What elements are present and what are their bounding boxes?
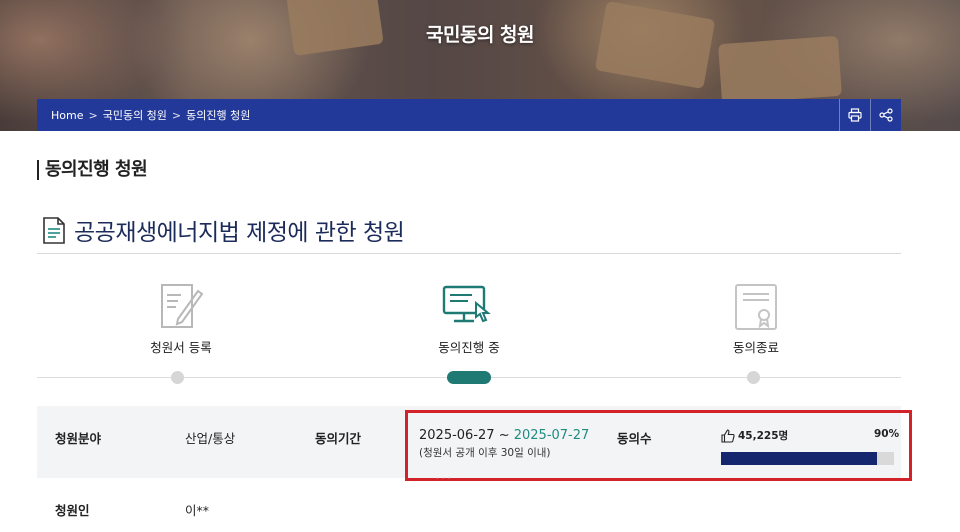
petition-title: 공공재생에너지법 제정에 관한 청원 (74, 220, 405, 246)
petition-heading: 공공재생에너지법 제정에 관한 청원 (42, 213, 405, 247)
breadcrumb-separator: > (88, 108, 98, 122)
step-label: 동의진행 중 (438, 340, 500, 355)
hero-title: 국민동의 청원 (426, 24, 535, 46)
register-form-icon (161, 284, 204, 328)
page-title: 동의진행 청원 (37, 160, 148, 180)
step-closed: 동의종료 (706, 283, 806, 356)
step-in-progress: 동의진행 중 (419, 283, 519, 356)
step-active-indicator (447, 371, 491, 384)
print-button[interactable] (839, 99, 870, 131)
breadcrumb-home[interactable]: Home (51, 109, 83, 122)
print-icon (848, 108, 862, 122)
period-label: 동의기간 (315, 431, 362, 446)
breadcrumb-bar: Home > 국민동의 청원 > 동의진행 청원 (37, 99, 901, 131)
breadcrumb-current[interactable]: 동의진행 청원 (186, 107, 250, 123)
monitor-click-icon (442, 285, 491, 323)
step-dot (747, 371, 760, 384)
step-label: 청원서 등록 (150, 340, 212, 355)
petitioner-value: 이** (185, 503, 210, 518)
document-icon (43, 216, 65, 244)
breadcrumb-petition[interactable]: 국민동의 청원 (103, 107, 167, 123)
highlight-box (405, 410, 912, 481)
breadcrumb: Home > 국민동의 청원 > 동의진행 청원 (37, 107, 839, 123)
petitioner-label: 청원인 (55, 503, 90, 518)
ghost-text: · · · (436, 474, 451, 484)
field-value: 산업/통상 (185, 431, 236, 446)
step-registration: 청원서 등록 (131, 283, 231, 356)
step-dot (171, 371, 184, 384)
divider (37, 253, 901, 254)
share-icon (879, 108, 893, 122)
breadcrumb-separator: > (171, 108, 182, 122)
hero-banner: 국민동의 청원 Home > 국민동의 청원 > 동의진행 청원 (0, 0, 960, 131)
share-button[interactable] (870, 99, 901, 131)
step-label: 동의종료 (732, 340, 779, 355)
field-label: 청원분야 (55, 431, 102, 446)
certificate-icon (735, 284, 777, 330)
